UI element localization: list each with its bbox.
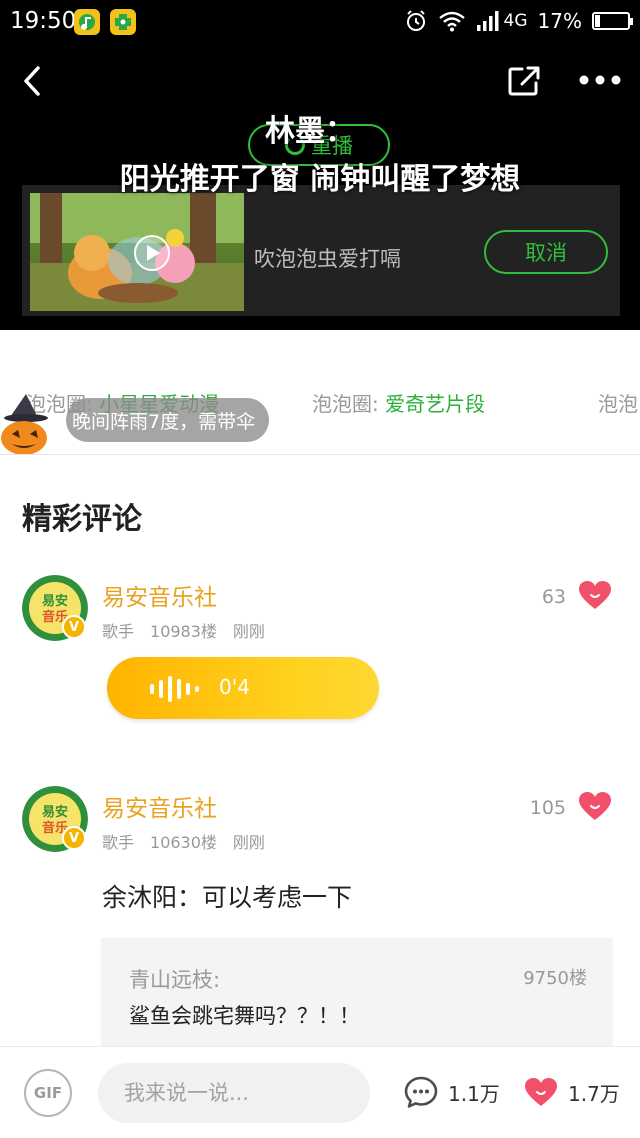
lyric-line-1: 林墨： [265,114,355,149]
tag-chip[interactable]: 泡泡 [598,388,638,417]
comment-count: 1.1万 [448,1082,500,1106]
music-app-icon [74,9,100,35]
back-arrow-icon[interactable] [18,64,48,98]
tag-chip[interactable]: 泡泡圈: 爱奇艺片段 [312,388,485,417]
comment-username[interactable]: 易安音乐社 [102,578,217,612]
like-count: 63 [541,586,566,608]
alarm-icon [406,10,425,31]
gif-button[interactable]: GIF [24,1069,72,1117]
verified-badge-icon: V [62,826,86,850]
comment-text: 余沐阳：可以考虑一下 [102,883,353,912]
sound-wave-icon [150,676,199,702]
voice-message[interactable]: 0'4 [107,657,379,719]
wifi-icon [438,11,465,32]
heart-icon[interactable] [578,580,612,610]
like-heart-icon[interactable] [524,1077,558,1107]
lyric-line-2: 阳光推开了窗 闹钟叫醒了梦想 [119,162,521,197]
svg-text:易安: 易安 [42,593,68,609]
reply-text: 鲨鱼会跳宅舞吗？？！！ [129,1004,360,1028]
status-bar: 19:50 4G 17% [0,0,640,46]
svg-text:易安: 易安 [42,804,68,820]
next-video-thumbnail[interactable] [30,193,244,311]
game-app-icon [110,9,136,35]
status-time: 19:50 [10,8,77,34]
battery-percent: 17% [537,9,582,33]
verified-badge-icon: V [62,615,86,639]
comment-floor: 10983楼 [150,622,217,641]
pumpkin-icon [1,394,48,455]
network-type: 4G [503,11,528,31]
comment-time: 刚刚 [232,833,265,852]
comment-time: 刚刚 [232,622,265,641]
bottom-bar: GIF 1.1万 1.7万 [0,1046,640,1138]
tag-prefix: 泡泡 [598,392,638,416]
comment-bubble-icon[interactable] [404,1076,438,1108]
weather-label: 晚间阵雨7度，需带伞 [72,410,256,433]
cancel-button[interactable]: 取消 [484,230,608,274]
like-total: 1.7万 [568,1082,620,1106]
comment-username[interactable]: 易安音乐社 [102,789,217,823]
tag-value: 爱奇艺片段 [385,392,486,416]
comment-role: 歌手 [102,833,135,852]
comment-role: 歌手 [102,622,135,641]
quoted-reply[interactable]: 青山远枝: 9750楼 鲨鱼会跳宅舞吗？？！！ [101,938,613,1058]
status-icons: 4G 17% [404,9,633,33]
comment-meta: 歌手 10630楼 刚刚 [102,829,265,853]
section-title: 精彩评论 [22,502,142,537]
like-count: 105 [529,797,566,819]
comment-floor: 10630楼 [150,833,217,852]
weather-text: 晚间阵雨7度，需带伞 [66,398,270,442]
heart-icon[interactable] [578,791,612,821]
reply-username: 青山远枝: [129,968,221,992]
next-video-panel: 吹泡泡虫爱打嗝 取消 [22,185,620,316]
next-video-title: 吹泡泡虫爱打嗝 [254,247,401,271]
page: 19:50 4G 17% 重播 林墨： 阳光推开了窗 闹钟叫醒了梦想 吹泡泡虫爱… [0,0,640,1138]
share-icon[interactable] [506,64,542,98]
comment-meta: 歌手 10983楼 刚刚 [102,618,265,642]
signal-icon [476,11,499,31]
tag-prefix: 泡泡圈: [312,392,379,416]
voice-duration: 0'4 [219,675,250,699]
comment-input[interactable] [98,1063,370,1123]
video-player[interactable]: 重播 林墨： 阳光推开了窗 闹钟叫醒了梦想 吹泡泡虫爱打嗝 取消 [0,46,640,330]
weather-widget[interactable]: 晚间阵雨7度，需带伞 [0,394,290,456]
reply-floor: 9750楼 [523,968,587,989]
more-options-icon[interactable] [578,72,622,88]
divider [0,454,640,455]
battery-icon [592,12,633,30]
